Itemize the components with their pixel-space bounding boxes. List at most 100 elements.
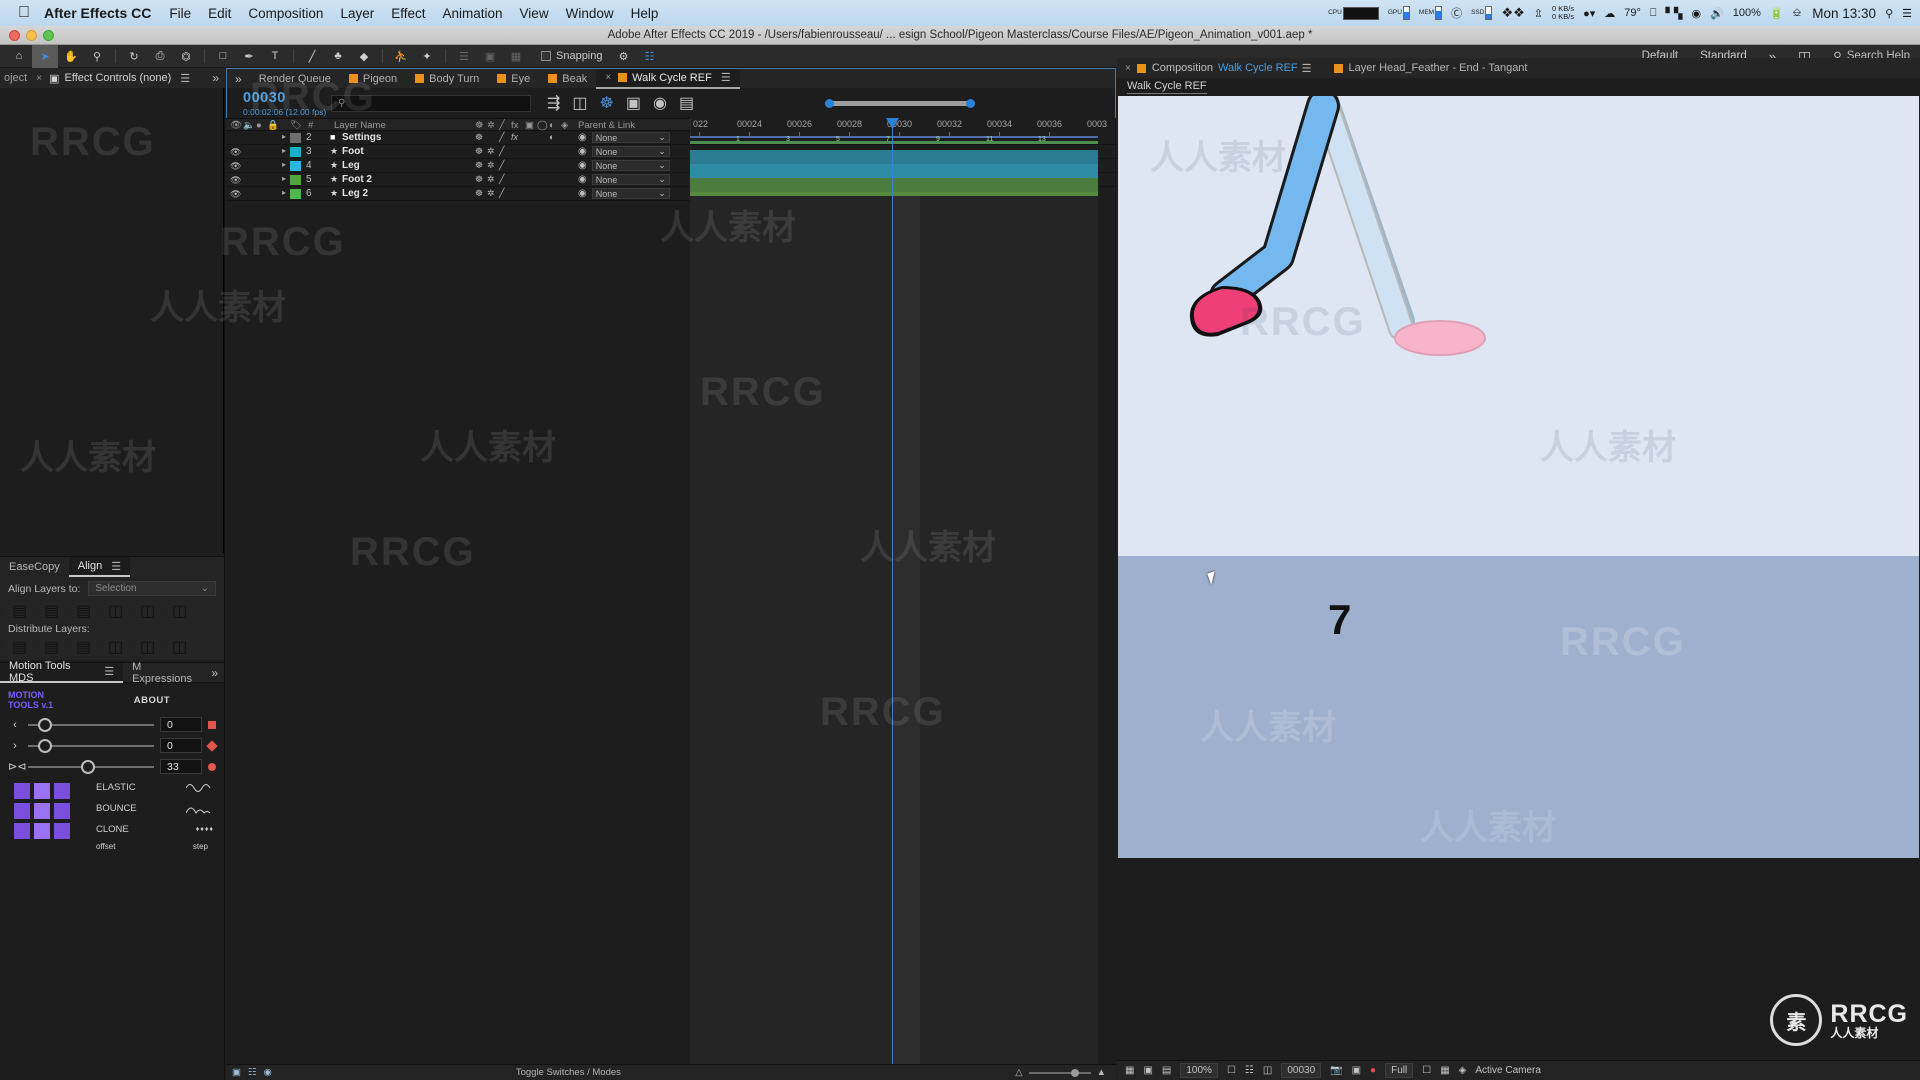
quality-switch[interactable]: ╱ bbox=[499, 132, 504, 143]
ease-preset-2[interactable] bbox=[34, 783, 50, 799]
parent-link-cell[interactable]: ◉ None ⌄ bbox=[578, 160, 670, 171]
ease-preset-6[interactable] bbox=[54, 803, 70, 819]
pen-tool-icon[interactable]: ✒ bbox=[236, 45, 262, 68]
grid-icon[interactable]: ☷ bbox=[1245, 1065, 1254, 1076]
input-source-icon[interactable]: ⎒ bbox=[1793, 7, 1802, 20]
cpu-monitor-icon[interactable]: CPU bbox=[1328, 6, 1379, 20]
shape-tool-icon[interactable]: □ bbox=[210, 45, 236, 68]
keyframe-marker[interactable]: 13 bbox=[1038, 136, 1046, 143]
menu-edit[interactable]: Edit bbox=[208, 6, 231, 21]
clock-label[interactable]: Mon 13:30 bbox=[1812, 6, 1876, 21]
pickwhip-icon[interactable]: ◉ bbox=[578, 174, 587, 185]
menu-help[interactable]: Help bbox=[631, 6, 659, 21]
region-interest-icon[interactable]: ☐ bbox=[1422, 1065, 1431, 1076]
motion-blur-icon[interactable]: ◉ bbox=[653, 93, 667, 113]
pan-behind-tool-icon[interactable]: ⏣ bbox=[173, 45, 199, 68]
tab-body-turn[interactable]: Body Turn bbox=[406, 69, 488, 89]
temperature-label[interactable]: 79° bbox=[1624, 7, 1641, 19]
camera-tool-icon[interactable]: ⎙ bbox=[147, 45, 173, 68]
wifi-icon[interactable]: ◉ bbox=[1691, 7, 1701, 20]
shy-switch[interactable]: ☸ bbox=[475, 132, 483, 143]
composition-stage[interactable]: 7 bbox=[1118, 96, 1919, 858]
expand-icon[interactable]: ▸ bbox=[282, 160, 286, 169]
frame-blending-icon[interactable]: ▣ bbox=[626, 93, 641, 113]
keyframe-marker[interactable]: 1 bbox=[736, 136, 740, 143]
power-icon[interactable]: Ⓒ bbox=[1451, 5, 1462, 21]
menu-file[interactable]: File bbox=[169, 6, 191, 21]
shy-switch[interactable]: ☸ bbox=[475, 188, 483, 199]
tab-render-queue[interactable]: Render Queue bbox=[250, 69, 340, 89]
slider-out-keyframe-button[interactable] bbox=[206, 739, 218, 752]
align-right-icon[interactable]: ▤ bbox=[70, 602, 97, 620]
close-icon[interactable]: × bbox=[36, 73, 42, 84]
pickwhip-icon[interactable]: ◉ bbox=[578, 160, 587, 171]
brush-tool-icon[interactable]: ╱ bbox=[299, 45, 325, 68]
network-activity-icon[interactable]: ⇫ bbox=[1534, 7, 1543, 20]
playhead-line[interactable] bbox=[892, 118, 893, 1064]
panel-menu-icon[interactable]: ☰ bbox=[721, 71, 731, 84]
volume-icon[interactable]: 🔊 bbox=[1710, 7, 1724, 20]
parent-select[interactable]: None ⌄ bbox=[591, 160, 670, 171]
battery-percent-label[interactable]: 100% bbox=[1733, 7, 1761, 19]
toggle-rulers-icon[interactable]: ▤ bbox=[1162, 1065, 1171, 1076]
active-camera-select[interactable]: Active Camera bbox=[1475, 1065, 1541, 1076]
collapse-switch[interactable]: ✲ bbox=[487, 160, 495, 171]
keyframe-marker[interactable]: 9 bbox=[936, 136, 940, 143]
slider-in-track[interactable] bbox=[28, 717, 154, 732]
collapse-switch[interactable]: ✲ bbox=[487, 174, 495, 185]
character-panel-icon[interactable]: ▣ bbox=[477, 45, 503, 68]
zoom-slider-knob[interactable] bbox=[1070, 1068, 1079, 1077]
draft-3d-icon[interactable]: ◫ bbox=[572, 93, 587, 113]
zoom-in-icon[interactable]: ▲ bbox=[1097, 1067, 1106, 1078]
slider-both-icon[interactable]: ⊳⊲ bbox=[8, 760, 26, 773]
tab-composition-label[interactable]: Composition bbox=[1152, 62, 1213, 74]
parent-select[interactable]: None ⌄ bbox=[591, 174, 670, 185]
toggle-mask-icon[interactable]: ▣ bbox=[1143, 1065, 1152, 1076]
resolution-select[interactable]: Full bbox=[1385, 1063, 1414, 1078]
keyframe-marker[interactable]: 7 bbox=[886, 136, 890, 143]
puppet-pin-tool-icon[interactable]: ✦ bbox=[414, 45, 440, 68]
tab-project[interactable]: oject bbox=[0, 72, 27, 84]
comp-flowchart-icon[interactable]: ☷ bbox=[248, 1067, 257, 1078]
snapping-checkbox[interactable] bbox=[541, 51, 551, 61]
layer-bar-foot[interactable] bbox=[690, 150, 1098, 164]
expand-icon[interactable]: ▸ bbox=[282, 132, 286, 141]
region-of-interest-icon[interactable]: ☐ bbox=[1227, 1065, 1236, 1076]
expand-icon[interactable]: ▸ bbox=[282, 146, 286, 155]
align-layers-select[interactable]: Selection ⌄ bbox=[88, 581, 216, 596]
align-bottom-icon[interactable]: ◫ bbox=[166, 602, 193, 620]
spotlight-search-icon[interactable]: ⚲ bbox=[1885, 7, 1893, 20]
graph-editor-icon[interactable]: ▤ bbox=[679, 93, 694, 113]
tab-effect-controls[interactable]: × ▣ Effect Controls (none) ☰ bbox=[36, 72, 190, 85]
tab-motion-tools[interactable]: Motion Tools MDS ☰ bbox=[0, 660, 124, 684]
slider-out-value[interactable]: 0 bbox=[160, 738, 202, 753]
shy-switch[interactable]: ☸ bbox=[475, 146, 483, 157]
menu-animation[interactable]: Animation bbox=[443, 6, 503, 21]
menu-view[interactable]: View bbox=[520, 6, 549, 21]
show-snapshot-icon[interactable]: ▣ bbox=[1352, 1065, 1361, 1076]
parent-link-cell[interactable]: ◉ None ⌄ bbox=[578, 146, 670, 157]
channel-icon[interactable]: ● bbox=[1370, 1065, 1376, 1076]
elastic-button[interactable]: ELASTIC bbox=[92, 777, 224, 798]
layer-bar-leg[interactable] bbox=[690, 164, 1098, 178]
zoom-tool-icon[interactable]: ⚲ bbox=[84, 45, 110, 68]
tab-pigeon[interactable]: Pigeon bbox=[340, 69, 406, 89]
zoom-select[interactable]: 100% bbox=[1180, 1063, 1218, 1078]
about-button[interactable]: ABOUT bbox=[134, 695, 170, 706]
slider-out-track[interactable] bbox=[28, 738, 154, 753]
panel-menu-icon[interactable]: ☰ bbox=[111, 560, 121, 573]
panel-menu-icon[interactable]: ☰ bbox=[180, 72, 190, 85]
parent-link-cell[interactable]: ◉ None ⌄ bbox=[578, 174, 670, 185]
layer-name[interactable]: Foot 2 bbox=[342, 174, 372, 185]
guides-icon[interactable]: ◫ bbox=[1263, 1065, 1272, 1076]
keyframe-marker[interactable]: 3 bbox=[786, 136, 790, 143]
double-chevron-icon[interactable]: » bbox=[212, 71, 225, 85]
dropbox-icon[interactable]: ❖❖ bbox=[1501, 5, 1524, 21]
snap-magnet-icon[interactable]: ⚙ bbox=[611, 45, 637, 68]
layer-name[interactable]: Leg 2 bbox=[342, 188, 368, 199]
eye-icon[interactable]: 👁 bbox=[230, 175, 241, 186]
clone-stamp-tool-icon[interactable]: ♣ bbox=[325, 45, 351, 68]
slider-in-icon[interactable]: ‹ bbox=[8, 719, 22, 731]
panel-menu-icon[interactable]: ☰ bbox=[104, 665, 114, 678]
roto-brush-tool-icon[interactable]: ⛹ bbox=[388, 45, 414, 68]
